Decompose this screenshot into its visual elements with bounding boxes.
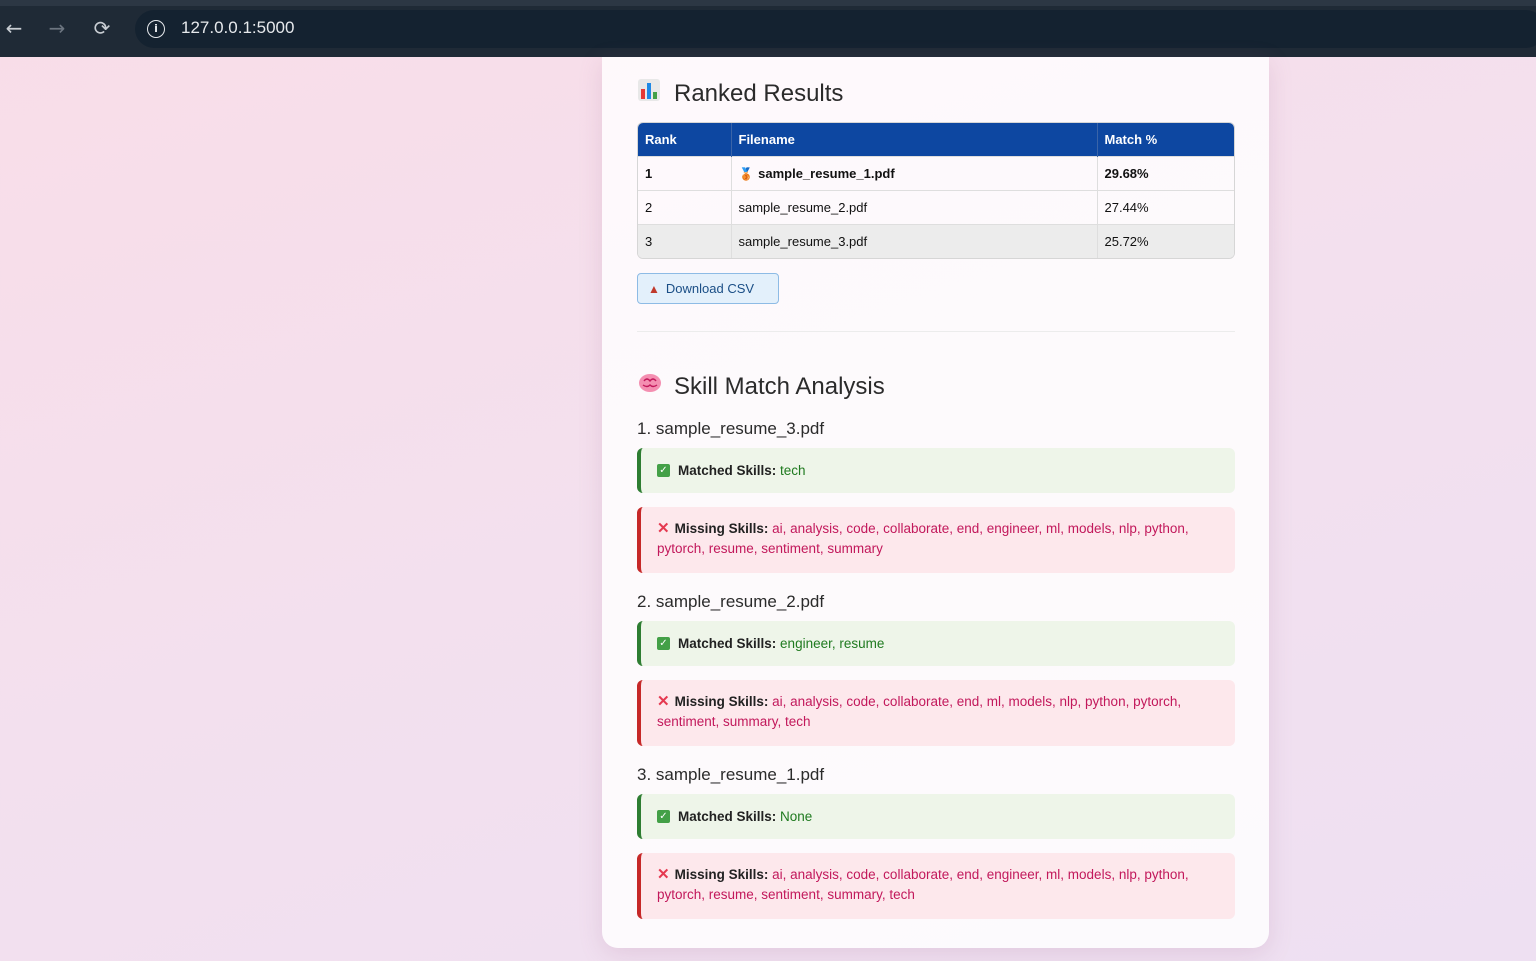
ranked-results-title-text: Ranked Results xyxy=(674,80,844,107)
missing-skills-label: Missing Skills: xyxy=(674,694,769,709)
missing-skills-box: ✕ Missing Skills: ai, analysis, code, col… xyxy=(637,507,1235,573)
matched-skills-label: Matched Skills: xyxy=(678,462,777,478)
url-text[interactable]: 127.0.0.1:5000 xyxy=(181,18,294,38)
matched-skills-box: ✓ Matched Skills: None xyxy=(637,794,1235,839)
address-bar[interactable]: i 127.0.0.1:5000 xyxy=(135,10,1536,48)
skill-analysis-title: Skill Match Analysis xyxy=(638,372,885,401)
cross-icon: ✕ xyxy=(657,693,670,710)
check-icon: ✓ xyxy=(657,464,670,477)
column-header-filename: Filename xyxy=(731,123,1098,156)
table-row: 2 sample_resume_2.pdf 27.44% xyxy=(638,189,1234,224)
ranked-results-table: Rank Filename Match % 1 🥉 sample_resume_… xyxy=(637,122,1235,259)
resume-heading: 1. sample_resume_3.pdf xyxy=(637,419,825,438)
missing-skills-label: Missing Skills: xyxy=(674,867,769,882)
filename-cell: sample_resume_3.pdf xyxy=(731,223,1098,258)
check-icon: ✓ xyxy=(657,810,670,823)
matched-skills-label: Matched Skills: xyxy=(678,635,777,651)
download-csv-button[interactable]: ▲ Download CSV xyxy=(637,273,779,304)
rank-cell: 1 xyxy=(638,155,732,190)
matched-skills-value: None xyxy=(780,808,813,824)
matched-skills-value: engineer, resume xyxy=(780,635,885,651)
forward-arrow-icon[interactable]: → xyxy=(43,14,71,42)
cross-icon: ✕ xyxy=(657,866,670,883)
cross-icon: ✕ xyxy=(657,520,670,537)
brain-icon xyxy=(638,372,666,400)
matched-skills-box: ✓ Matched Skills: engineer, resume xyxy=(637,621,1235,666)
column-header-match: Match % xyxy=(1097,123,1234,156)
filename-text: sample_resume_1.pdf xyxy=(758,165,895,181)
medal-icon: 🥉 xyxy=(738,166,754,181)
table-header-row: Rank Filename Match % xyxy=(638,123,1234,156)
back-arrow-icon[interactable]: ← xyxy=(0,14,28,42)
table-row: 3 sample_resume_3.pdf 25.72% xyxy=(638,223,1234,258)
missing-skills-label: Missing Skills: xyxy=(674,521,769,536)
reload-icon[interactable]: ⟳ xyxy=(88,14,116,42)
results-card: Ranked Results Rank Filename Match % 1 🥉… xyxy=(602,57,1269,948)
rank-cell: 2 xyxy=(638,189,732,224)
download-icon: ▲ xyxy=(648,282,660,296)
resume-heading: 2. sample_resume_2.pdf xyxy=(637,592,825,611)
browser-toolbar: ← → ⟳ i 127.0.0.1:5000 xyxy=(0,0,1536,57)
missing-skills-box: ✕ Missing Skills: ai, analysis, code, col… xyxy=(637,853,1235,919)
bar-chart-icon xyxy=(638,79,666,107)
matched-skills-label: Matched Skills: xyxy=(678,808,777,824)
match-cell: 29.68% xyxy=(1097,155,1234,190)
matched-skills-box: ✓ Matched Skills: tech xyxy=(637,448,1235,493)
filename-cell: sample_resume_2.pdf xyxy=(731,189,1098,224)
match-cell: 27.44% xyxy=(1097,189,1234,224)
table-row: 1 🥉 sample_resume_1.pdf 29.68% xyxy=(638,155,1234,190)
missing-skills-box: ✕ Missing Skills: ai, analysis, code, col… xyxy=(637,680,1235,746)
download-csv-label: Download CSV xyxy=(665,281,755,296)
rank-cell: 3 xyxy=(638,223,732,258)
site-info-icon[interactable]: i xyxy=(147,20,165,38)
skill-analysis-title-text: Skill Match Analysis xyxy=(674,373,885,400)
matched-skills-value: tech xyxy=(780,462,806,478)
column-header-rank: Rank xyxy=(638,123,732,156)
ranked-results-title: Ranked Results xyxy=(638,79,843,108)
match-cell: 25.72% xyxy=(1097,223,1234,258)
section-divider xyxy=(637,331,1235,332)
check-icon: ✓ xyxy=(657,637,670,650)
resume-heading: 3. sample_resume_1.pdf xyxy=(637,765,825,784)
filename-cell: 🥉 sample_resume_1.pdf xyxy=(731,155,1098,190)
